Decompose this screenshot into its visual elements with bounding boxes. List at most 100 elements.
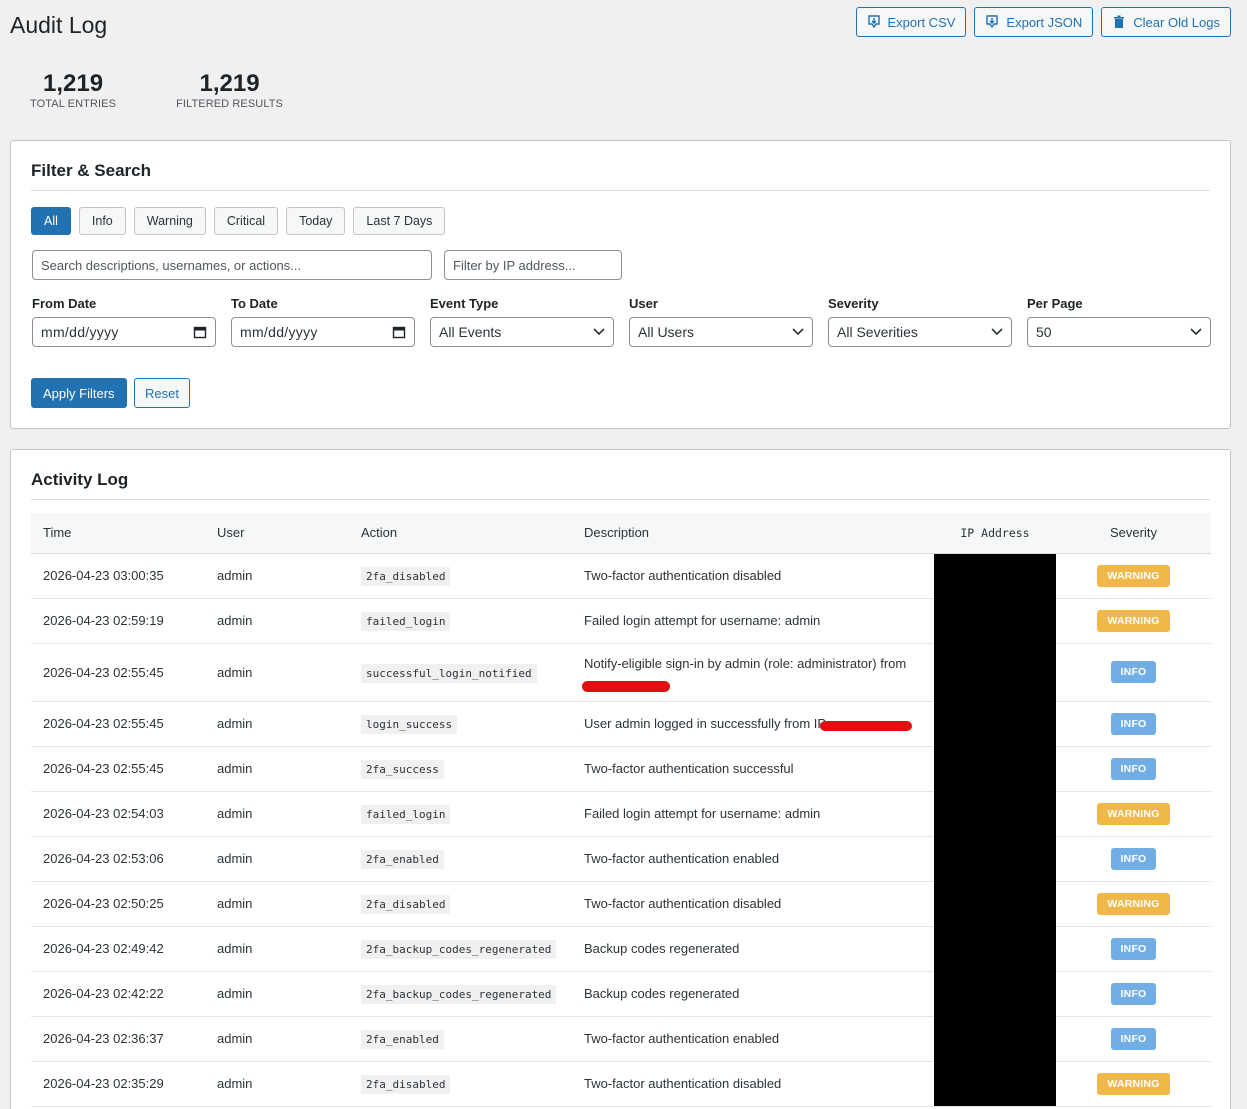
- filter-chip-all[interactable]: All: [31, 207, 71, 235]
- column-header-ip[interactable]: IP Address: [934, 513, 1056, 554]
- per-page-select[interactable]: 50: [1027, 317, 1211, 347]
- severity-cell: WARNING: [1056, 791, 1211, 837]
- severity-badge: INFO: [1110, 1027, 1157, 1050]
- description-text-wrap: User admin logged in successfully from I…: [584, 716, 912, 731]
- reset-button[interactable]: Reset: [134, 378, 190, 408]
- action-cell: 2fa_enabled: [349, 836, 572, 882]
- action-code: 2fa_enabled: [361, 850, 444, 869]
- action-cell: 2fa_backup_codes_regenerated: [349, 926, 572, 972]
- audit-log-page: Audit Log Export CSV Export JSON Clear O…: [0, 0, 1247, 1109]
- to-date-input[interactable]: mm/dd/yyyy: [231, 317, 415, 347]
- clear-old-logs-label: Clear Old Logs: [1133, 14, 1220, 30]
- description-cell: Two-factor authentication disabled: [572, 881, 934, 927]
- action-code: failed_login: [361, 612, 451, 631]
- per-page-field: Per Page 50: [1027, 296, 1211, 347]
- user-select[interactable]: All Users: [629, 317, 813, 347]
- description-cell: Failed login attempt for username: admin: [572, 598, 934, 644]
- action-cell: failed_login: [349, 598, 572, 644]
- chevron-down-icon: [792, 328, 804, 336]
- search-input[interactable]: [32, 250, 432, 280]
- column-header-description[interactable]: Description: [572, 513, 934, 554]
- time-cell: 2026-04-23 02:36:37: [31, 1016, 205, 1062]
- stat-total-entries: 1,219 TOTAL ENTRIES: [30, 70, 116, 110]
- description-cell: Failed login attempt for username: admin: [572, 791, 934, 837]
- severity-select[interactable]: All Severities: [828, 317, 1012, 347]
- time-cell: 2026-04-23 02:49:42: [31, 926, 205, 972]
- action-code: successful_login_notified: [361, 663, 537, 683]
- event-type-field: Event Type All Events: [430, 296, 614, 347]
- action-code: 2fa_disabled: [361, 1075, 451, 1094]
- action-code: failed_login: [361, 805, 451, 824]
- action-cell: 2fa_enabled: [349, 1016, 572, 1062]
- action-code: 2fa_success: [361, 760, 444, 779]
- time-cell: 2026-04-23 02:59:19: [31, 598, 205, 644]
- export-csv-button[interactable]: Export CSV: [855, 7, 967, 37]
- header-actions: Export CSV Export JSON Clear Old Logs: [855, 7, 1231, 37]
- column-header-severity[interactable]: Severity: [1056, 513, 1211, 554]
- time-cell: 2026-04-23 02:55:45: [31, 701, 205, 747]
- description-text-wrap: Backup codes regenerated: [584, 941, 739, 956]
- from-date-label: From Date: [32, 296, 97, 311]
- description-cell: User admin logged in successfully from I…: [572, 701, 934, 747]
- user-cell: admin: [205, 1061, 349, 1107]
- quick-filter-chips: All Info Warning Critical Today Last 7 Days: [31, 207, 446, 235]
- divider: [31, 190, 1210, 191]
- description-cell: Notify-eligible sign-in by admin (role: …: [572, 643, 934, 702]
- table-header-row: Time User Action Description IP Address …: [31, 513, 1211, 554]
- filter-chip-last-7-days[interactable]: Last 7 Days: [353, 207, 446, 235]
- description-text: Two-factor authentication disabled: [584, 896, 782, 911]
- filter-card: Filter & Search All Info Warning Critical To…: [10, 140, 1231, 429]
- calendar-icon[interactable]: [193, 325, 207, 339]
- severity-badge: INFO: [1110, 982, 1157, 1005]
- description-text-wrap: Two-factor authentication enabled: [584, 1031, 779, 1046]
- time-cell: 2026-04-23 02:50:25: [31, 881, 205, 927]
- severity-cell: WARNING: [1056, 881, 1211, 927]
- user-cell: admin: [205, 598, 349, 644]
- severity-cell: INFO: [1056, 971, 1211, 1017]
- filtered-results-value: 1,219: [199, 70, 260, 97]
- action-code: 2fa_backup_codes_regenerated: [361, 940, 557, 959]
- apply-filters-button[interactable]: Apply Filters: [31, 378, 127, 408]
- from-date-field: From Date mm/dd/yyyy: [32, 296, 216, 347]
- event-type-label: Event Type: [430, 296, 499, 311]
- severity-cell: WARNING: [1056, 598, 1211, 644]
- severity-badge: INFO: [1110, 757, 1157, 780]
- event-type-select[interactable]: All Events: [430, 317, 614, 347]
- description-text: User admin logged in successfully from I…: [584, 716, 827, 731]
- severity-cell: INFO: [1056, 701, 1211, 747]
- export-csv-label: Export CSV: [887, 14, 956, 30]
- filter-chip-info[interactable]: Info: [78, 207, 126, 235]
- description-text: Backup codes regenerated: [584, 941, 740, 956]
- severity-cell: INFO: [1056, 1016, 1211, 1062]
- chevron-down-icon: [991, 328, 1003, 336]
- description-text: Two-factor authentication disabled: [584, 1076, 782, 1091]
- calendar-icon[interactable]: [392, 325, 406, 339]
- column-header-user[interactable]: User: [205, 513, 349, 554]
- from-date-value: mm/dd/yyyy: [41, 324, 119, 340]
- export-json-button[interactable]: Export JSON: [974, 7, 1094, 37]
- severity-cell: INFO: [1056, 836, 1211, 882]
- filter-chip-critical[interactable]: Critical: [213, 207, 279, 235]
- user-cell: admin: [205, 926, 349, 972]
- filter-chip-today[interactable]: Today: [286, 207, 346, 235]
- severity-cell: WARNING: [1056, 1061, 1211, 1107]
- table-row: 2026-04-23 03:00:35 admin 2fa_disabled Two-…: [31, 553, 1211, 1107]
- to-date-label: To Date: [231, 296, 278, 311]
- action-cell: failed_login: [349, 791, 572, 837]
- action-cell: login_success: [349, 701, 572, 747]
- description-cell: Two-factor authentication disabled: [572, 553, 934, 599]
- clear-old-logs-button[interactable]: Clear Old Logs: [1101, 7, 1231, 37]
- severity-value: All Severities: [837, 324, 918, 340]
- column-header-action[interactable]: Action: [349, 513, 572, 554]
- severity-badge: INFO: [1110, 712, 1157, 735]
- column-header-time[interactable]: Time: [31, 513, 205, 554]
- redaction-mark: [820, 721, 912, 731]
- action-cell: 2fa_disabled: [349, 553, 572, 599]
- from-date-input[interactable]: mm/dd/yyyy: [32, 317, 216, 347]
- description-text: Two-factor authentication disabled: [584, 568, 782, 583]
- severity-badge: INFO: [1110, 661, 1157, 683]
- action-cell: 2fa_disabled: [349, 881, 572, 927]
- ip-filter-input[interactable]: [444, 250, 622, 280]
- time-cell: 2026-04-23 02:35:29: [31, 1061, 205, 1107]
- filter-chip-warning[interactable]: Warning: [133, 207, 206, 235]
